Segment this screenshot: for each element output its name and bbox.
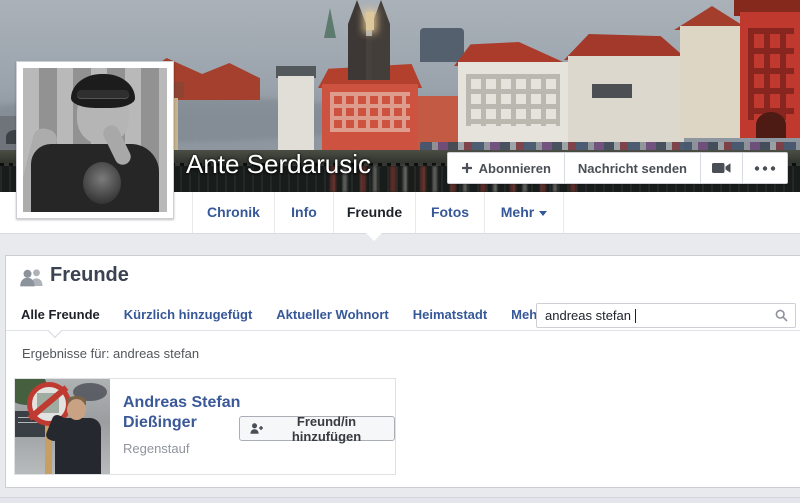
profile-name: Ante Serdarusic (186, 149, 371, 180)
person-plus-icon (250, 422, 263, 435)
ellipsis-icon (754, 166, 776, 171)
filter-all-friends[interactable]: Alle Freunde (21, 307, 100, 322)
friends-filter-row: Alle Freunde Kürzlich hinzugefügt Aktuel… (6, 297, 800, 331)
plus-icon (461, 162, 473, 174)
friend-location: Regenstauf (123, 441, 190, 456)
profile-photo[interactable] (16, 61, 174, 219)
tab-mehr-label: Mehr (501, 204, 534, 220)
active-tab-indicator (366, 233, 382, 241)
tab-freunde[interactable]: Freunde (333, 192, 415, 233)
profile-photo-art (23, 68, 167, 212)
tab-fotos[interactable]: Fotos (415, 192, 484, 233)
message-button-label: Nachricht senden (578, 161, 687, 176)
filter-hometown[interactable]: Heimatstadt (413, 307, 487, 322)
add-friend-button[interactable]: Freund/in hinzufügen (239, 416, 395, 441)
text-cursor (635, 309, 636, 323)
follow-button-label: Abonnieren (479, 161, 551, 176)
filter-recently-added[interactable]: Kürzlich hinzugefügt (124, 307, 253, 322)
more-options-button[interactable] (742, 153, 787, 183)
video-camera-icon (712, 162, 731, 174)
friends-search-value: andreas stefan (545, 308, 631, 323)
friend-photo[interactable] (15, 379, 110, 474)
friend-name-link[interactable]: Andreas Stefan Dießinger (123, 393, 249, 433)
tab-chronik[interactable]: Chronik (192, 192, 274, 233)
profile-action-bar: Abonnieren Nachricht senden (447, 152, 788, 184)
friend-result-card: Andreas Stefan Dießinger Regenstauf Freu… (14, 378, 396, 475)
friends-search-input[interactable]: andreas stefan (536, 303, 796, 328)
video-call-button[interactable] (700, 153, 742, 183)
magnifier-icon (775, 309, 788, 322)
tab-info[interactable]: Info (274, 192, 333, 233)
page-footer-band (0, 497, 800, 503)
profile-page: Ante Serdarusic Abonnieren Nachricht sen… (0, 0, 800, 503)
two-people-icon (19, 267, 45, 287)
results-label: Ergebnisse für: andreas stefan (22, 346, 199, 361)
friends-section-title: Freunde (50, 264, 129, 287)
follow-button[interactable]: Abonnieren (448, 153, 564, 183)
tab-mehr[interactable]: Mehr (484, 192, 564, 233)
friends-section: Freunde Alle Freunde Kürzlich hinzugefüg… (5, 255, 800, 488)
message-button[interactable]: Nachricht senden (564, 153, 700, 183)
chevron-down-icon (539, 211, 547, 216)
filter-current-city[interactable]: Aktueller Wohnort (276, 307, 388, 322)
add-friend-button-label: Freund/in hinzufügen (269, 414, 384, 444)
